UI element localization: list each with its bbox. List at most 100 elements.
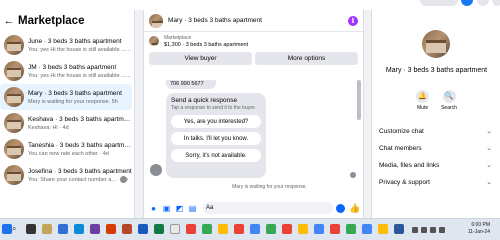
thread-name: June · 3 beds 3 baths apartment xyxy=(28,37,122,45)
chevron-down-icon: ⌄ xyxy=(486,162,492,169)
tray-chevron-icon[interactable] xyxy=(412,227,418,233)
emoji-icon[interactable] xyxy=(336,203,345,213)
app-icon[interactable] xyxy=(90,224,100,234)
chrome-icon[interactable] xyxy=(250,224,260,234)
chevron-down-icon: ⌄ xyxy=(486,128,492,135)
search-icon: 🔍 xyxy=(442,90,456,103)
chat-header: Mary · 3 beds 3 baths apartment i xyxy=(144,10,363,32)
find-friends-button[interactable] xyxy=(420,0,458,6)
menu-privacy-support[interactable]: Privacy & support ⌄ xyxy=(379,174,494,191)
thread-josefina[interactable]: Josefina · 3 beds 3 baths apartment You:… xyxy=(0,162,132,188)
chrome-icon[interactable] xyxy=(186,224,196,234)
top-bar xyxy=(0,0,500,10)
seen-avatar xyxy=(120,176,127,183)
chrome-icon[interactable] xyxy=(202,224,212,234)
chrome-icon[interactable] xyxy=(266,224,276,234)
listing-thumbnail xyxy=(4,61,24,81)
thread-name: JM · 3 beds 3 baths apartment xyxy=(28,63,117,71)
wifi-icon[interactable] xyxy=(430,227,436,233)
info-icon[interactable]: i xyxy=(348,16,358,26)
search-label: Search xyxy=(441,105,457,111)
chat-info-actions: 🔔 Mute 🔍 Search xyxy=(372,90,500,111)
marketplace-thread-list: ← Marketplace June · 3 beds 3 baths apar… xyxy=(0,10,135,218)
chrome-icon[interactable] xyxy=(378,224,388,234)
store-icon[interactable] xyxy=(58,224,68,234)
chrome-icon[interactable] xyxy=(282,224,292,234)
more-options-button[interactable]: More options xyxy=(255,52,358,65)
message-bubble: 706 990 5677 xyxy=(166,80,216,89)
view-buyer-button[interactable]: View buyer xyxy=(149,52,252,65)
chrome-icon[interactable] xyxy=(234,224,244,234)
quick-response-card: Send a quick response Tap a response to … xyxy=(166,93,266,178)
quick-response-not-available[interactable]: Sorry, it's not available. xyxy=(171,149,261,162)
photo-icon[interactable]: ▣ xyxy=(162,204,171,213)
chat-panel: Mary · 3 beds 3 baths apartment i Market… xyxy=(143,10,364,218)
chat-info-title: Mary · 3 beds 3 baths apartment xyxy=(385,67,488,74)
file-explorer-icon[interactable] xyxy=(42,224,52,234)
thread-jm[interactable]: JM · 3 beds 3 baths apartment You: yes H… xyxy=(0,58,132,84)
menu-chat-members[interactable]: Chat members ⌄ xyxy=(379,140,494,157)
edge-icon[interactable] xyxy=(74,224,84,234)
quick-response-in-talks[interactable]: In talks. I'll let you know. xyxy=(171,132,261,145)
volume-icon[interactable] xyxy=(439,227,445,233)
messenger-window: ← Marketplace June · 3 beds 3 baths apar… xyxy=(0,0,500,240)
chrome-icon[interactable] xyxy=(314,224,324,234)
thread-taneshia[interactable]: Taneshia · 3 beds 3 baths apartment You … xyxy=(0,136,132,162)
listing-thumbnail xyxy=(4,139,24,159)
listing-thumbnail xyxy=(4,87,24,107)
menu-label: Chat members xyxy=(379,145,422,152)
chrome-icon[interactable] xyxy=(330,224,340,234)
bell-icon: 🔔 xyxy=(416,90,430,103)
clock-time: 6:00 PM xyxy=(471,222,490,228)
notifications-icon[interactable] xyxy=(477,0,489,6)
app-icon[interactable] xyxy=(170,224,180,234)
listing-thumbnail xyxy=(4,113,24,133)
menu-media-files-links[interactable]: Media, files and links ⌄ xyxy=(379,157,494,174)
thread-preview: You: Share your contact number a... · 2w xyxy=(28,176,128,183)
chat-scrollbar[interactable] xyxy=(357,80,361,120)
search-icon[interactable]: ⌕ xyxy=(12,224,21,233)
menu-label: Privacy & support xyxy=(379,179,430,186)
thread-june[interactable]: June · 3 beds 3 baths apartment You: yes… xyxy=(0,32,132,58)
thread-mary[interactable]: Mary · 3 beds 3 baths apartment Mary is … xyxy=(0,84,132,110)
thumbs-up-icon[interactable]: 👍 xyxy=(349,203,360,214)
clock-date: 11-Jan-24 xyxy=(467,229,490,235)
mute-action[interactable]: 🔔 Mute xyxy=(416,90,430,111)
powerpoint-icon[interactable] xyxy=(122,224,132,234)
start-icon[interactable] xyxy=(2,224,12,234)
menu-customize-chat[interactable]: Customize chat ⌄ xyxy=(379,123,494,140)
thread-keshava[interactable]: Keshava · 3 beds 3 baths apartment Kesha… xyxy=(0,110,132,136)
quick-response-yes[interactable]: Yes, are you interested? xyxy=(171,115,261,128)
office-icon[interactable] xyxy=(106,224,116,234)
chrome-icon[interactable] xyxy=(362,224,372,234)
microphone-icon[interactable]: ● xyxy=(149,204,158,213)
task-view-icon[interactable] xyxy=(26,224,36,234)
search-action[interactable]: 🔍 Search xyxy=(441,90,457,111)
quick-response-title: Send a quick response xyxy=(171,97,238,104)
battery-icon[interactable] xyxy=(421,227,427,233)
clock[interactable]: 6:00 PM 11-Jan-24 xyxy=(468,222,490,236)
excel-icon[interactable] xyxy=(154,224,164,234)
messenger-icon[interactable] xyxy=(461,0,473,6)
listing-thumbnail xyxy=(4,165,24,185)
gif-icon[interactable]: ▤ xyxy=(188,204,197,213)
app-icon[interactable] xyxy=(394,224,404,234)
mute-label: Mute xyxy=(417,105,429,111)
listing-label: Marketplace xyxy=(164,34,192,41)
message-composer: ● ▣ ◩ ▤ Aa 👍 xyxy=(144,198,365,218)
word-icon[interactable] xyxy=(138,224,148,234)
account-avatar[interactable] xyxy=(492,0,500,6)
chrome-icon[interactable] xyxy=(298,224,308,234)
thread-preview: You: yes Hi the house is still available… xyxy=(28,72,132,79)
chrome-icon[interactable] xyxy=(346,224,356,234)
chat-title[interactable]: Mary · 3 beds 3 baths apartment xyxy=(168,17,262,24)
chrome-icon[interactable] xyxy=(218,224,228,234)
message-area: 706 990 5677 Send a quick response Tap a… xyxy=(144,80,365,200)
thread-preview: Keshava: Hi · 4d xyxy=(28,124,69,131)
listing-summary[interactable]: Marketplace $1,300 · 3 beds 3 baths apar… xyxy=(144,32,363,50)
back-arrow-icon[interactable]: ← xyxy=(3,15,15,27)
chat-info-menu: Customize chat ⌄ Chat members ⌄ Media, f… xyxy=(379,123,494,191)
chat-thumbnail[interactable] xyxy=(149,13,163,28)
message-input[interactable]: Aa xyxy=(203,202,333,214)
sticker-icon[interactable]: ◩ xyxy=(175,204,184,213)
